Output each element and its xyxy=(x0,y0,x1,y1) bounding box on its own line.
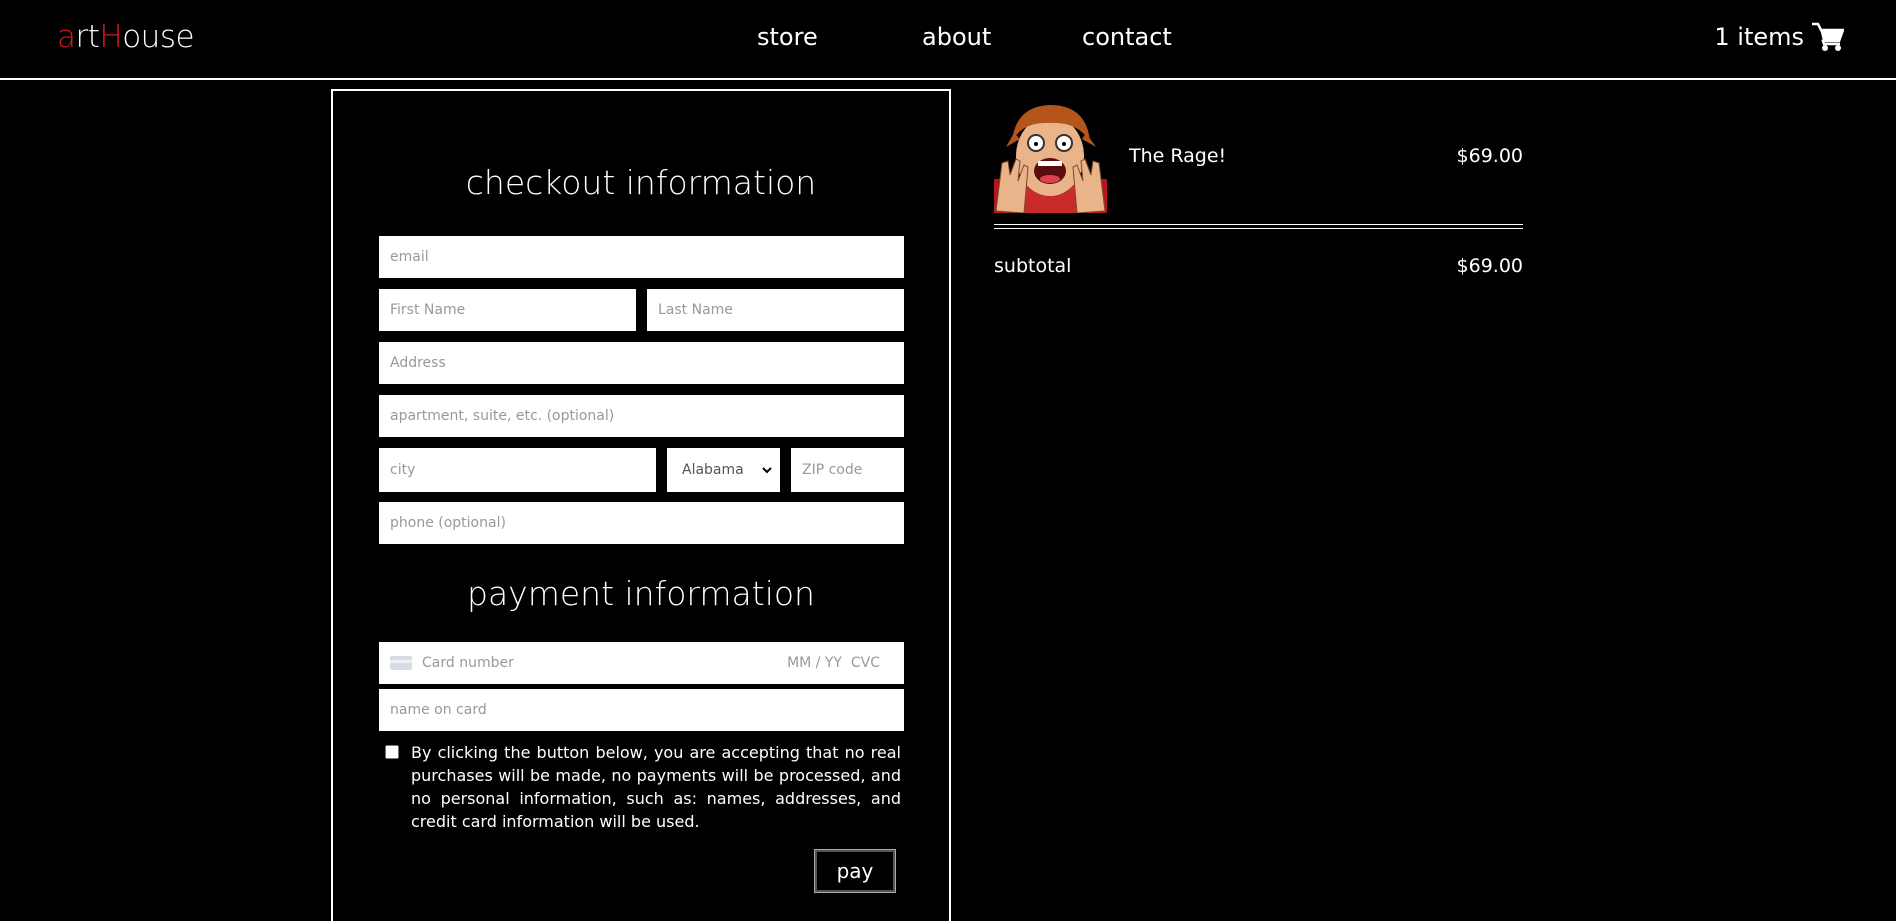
last-name-field[interactable]: Last Name xyxy=(647,289,904,331)
chevron-down-icon xyxy=(762,466,772,473)
card-number-field[interactable]: Card number MM / YY CVC xyxy=(379,642,904,684)
rage-face-image xyxy=(994,105,1107,213)
cart-button[interactable]: 1 items xyxy=(1714,22,1844,52)
logo-letters-ouse: ouse xyxy=(122,19,195,55)
nav-store[interactable]: store xyxy=(757,23,818,51)
name-on-card-field[interactable]: name on card xyxy=(379,689,904,731)
logo-letter-a: a xyxy=(57,19,76,55)
zip-field[interactable]: ZIP code xyxy=(791,448,904,492)
checkout-title: checkout information xyxy=(465,163,817,202)
first-name-placeholder: First Name xyxy=(390,302,466,318)
logo[interactable]: artHouse xyxy=(57,19,195,55)
apartment-placeholder: apartment, suite, etc. (optional) xyxy=(390,408,615,424)
logo-letters-rt: rt xyxy=(75,19,100,55)
card-number-placeholder: Card number xyxy=(422,655,514,671)
summary-divider xyxy=(994,224,1523,229)
city-placeholder: city xyxy=(390,462,416,478)
shopping-cart-icon xyxy=(1812,22,1844,51)
cart-count: 1 items xyxy=(1714,23,1804,51)
state-select[interactable]: Alabama xyxy=(667,448,780,492)
terms-checkbox[interactable] xyxy=(385,745,399,759)
email-placeholder: email xyxy=(390,249,429,265)
checkout-panel: checkout information email First Name La… xyxy=(331,89,951,921)
zip-placeholder: ZIP code xyxy=(802,462,863,478)
nav-about[interactable]: about xyxy=(922,23,991,51)
city-field[interactable]: city xyxy=(379,448,656,492)
product-thumbnail xyxy=(994,101,1107,213)
logo-letter-h: H xyxy=(99,19,123,55)
state-selected-value: Alabama xyxy=(682,462,744,478)
last-name-placeholder: Last Name xyxy=(658,302,733,318)
payment-title: payment information xyxy=(467,574,815,613)
site-header: artHouse store about contact 1 items xyxy=(0,0,1896,80)
email-field[interactable]: email xyxy=(379,236,904,278)
subtotal-value: $69.00 xyxy=(1456,255,1523,277)
subtotal-label: subtotal xyxy=(994,255,1072,277)
cart-item-price: $69.00 xyxy=(1456,145,1523,167)
name-on-card-placeholder: name on card xyxy=(390,702,487,718)
pay-button[interactable]: pay xyxy=(814,849,896,893)
terms-text: By clicking the button below, you are ac… xyxy=(411,743,901,831)
phone-placeholder: phone (optional) xyxy=(390,515,506,531)
first-name-field[interactable]: First Name xyxy=(379,289,636,331)
credit-card-icon xyxy=(390,656,412,670)
card-exp-cvc-placeholder: MM / YY CVC xyxy=(787,655,880,671)
address-field[interactable]: Address xyxy=(379,342,904,384)
apartment-field[interactable]: apartment, suite, etc. (optional) xyxy=(379,395,904,437)
nav-contact[interactable]: contact xyxy=(1082,23,1172,51)
phone-field[interactable]: phone (optional) xyxy=(379,502,904,544)
cart-item-name: The Rage! xyxy=(1129,145,1227,167)
address-placeholder: Address xyxy=(390,355,446,371)
